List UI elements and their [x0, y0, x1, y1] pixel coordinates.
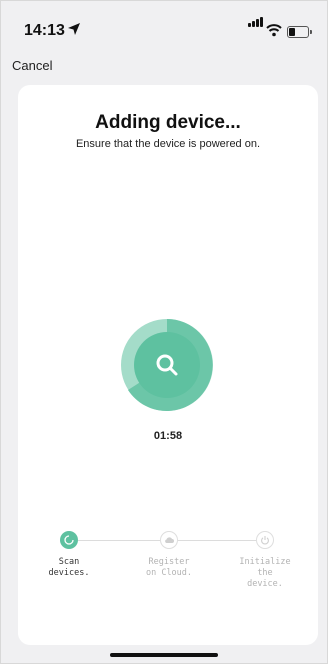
page-title: Adding device...	[95, 112, 241, 133]
step-indicator-register	[160, 531, 178, 549]
search-icon	[121, 319, 213, 411]
page-subtitle: Ensure that the device is powered on.	[75, 138, 261, 150]
wifi-icon	[266, 24, 282, 37]
power-icon	[261, 536, 269, 545]
cloud-icon	[165, 537, 174, 543]
location-arrow-icon	[68, 23, 80, 35]
adding-device-card: Adding device... Ensure that the device …	[18, 85, 318, 645]
step-label-register: Register on Cloud.	[145, 557, 193, 578]
step-indicator-initialize	[256, 531, 274, 549]
status-bar: 14:13	[0, 0, 328, 44]
step-label-initialize: Initialize the device.	[239, 557, 291, 589]
countdown-timer: 01:58	[153, 430, 183, 442]
step-connector	[78, 540, 160, 541]
loading-icon	[64, 535, 74, 545]
progress-steps: Scan devices. Register on Cloud. Initial…	[18, 531, 318, 591]
cancel-button[interactable]: Cancel	[12, 58, 52, 73]
step-label-scan: Scan devices.	[48, 557, 90, 578]
battery-icon	[287, 26, 312, 38]
step-indicator-scan	[60, 531, 78, 549]
home-indicator[interactable]	[110, 653, 218, 657]
status-time: 14:13	[24, 22, 65, 39]
step-connector	[178, 540, 264, 541]
